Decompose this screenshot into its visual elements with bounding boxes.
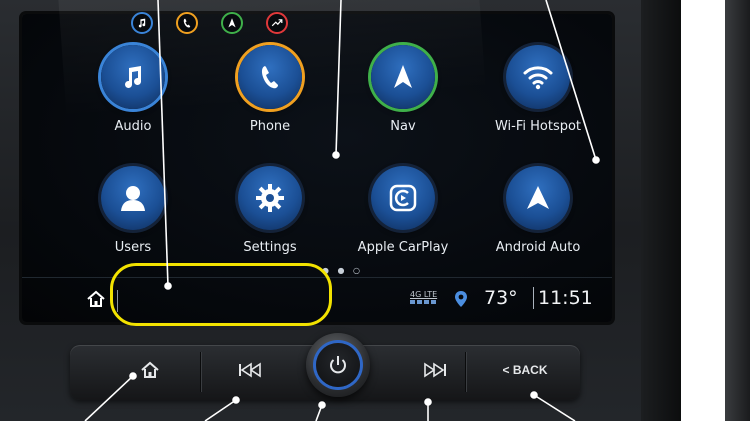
power-icon	[330, 356, 346, 374]
app-label: Apple CarPlay	[357, 240, 449, 255]
carplay-icon	[371, 166, 435, 230]
app-audio[interactable]: Audio	[68, 45, 198, 134]
wifi-icon	[506, 45, 570, 109]
app-label: Settings	[243, 240, 297, 255]
temperature: 73°	[484, 287, 518, 309]
shortcut-recent[interactable]	[266, 12, 288, 34]
network-indicator: 4G LTE	[410, 290, 442, 308]
app-label: Nav	[390, 119, 416, 134]
skip-back-icon	[239, 362, 261, 378]
app-wifi-hotspot[interactable]: Wi-Fi Hotspot	[473, 45, 603, 134]
user-icon	[101, 166, 165, 230]
location-pin-icon	[454, 290, 468, 312]
infotainment-photo: Audio Phone Nav Wi-Fi Hotspot Users Sett…	[0, 0, 681, 421]
page-margin	[681, 0, 750, 421]
music-note-icon	[101, 45, 165, 109]
gear-icon	[238, 166, 302, 230]
bezel-edge	[641, 0, 681, 421]
network-label: 4G LTE	[410, 290, 438, 299]
app-apple-carplay[interactable]: Apple CarPlay	[338, 166, 468, 255]
app-phone[interactable]: Phone	[205, 45, 335, 134]
highlight-loop	[110, 263, 332, 326]
app-label: Audio	[114, 119, 152, 134]
divider	[533, 287, 534, 309]
back-button[interactable]: < BACK	[470, 350, 580, 390]
app-users[interactable]: Users	[68, 166, 198, 255]
skip-forward-icon	[424, 362, 446, 378]
clock: 11:51	[538, 287, 593, 309]
power-button[interactable]	[316, 343, 360, 387]
home-icon[interactable]	[86, 290, 106, 312]
home-icon	[141, 361, 159, 378]
app-label: Wi-Fi Hotspot	[494, 119, 582, 134]
phone-icon	[238, 45, 302, 109]
shortcut-nav[interactable]	[221, 12, 243, 34]
navigation-arrow-icon	[371, 45, 435, 109]
android-auto-icon	[506, 166, 570, 230]
shortcut-audio[interactable]	[131, 12, 153, 34]
app-label: Users	[114, 240, 152, 255]
app-label: Android Auto	[495, 240, 581, 255]
page-indicator: ● ● ○	[322, 266, 364, 275]
trend-arrow-icon	[271, 19, 283, 27]
app-android-auto[interactable]: Android Auto	[473, 166, 603, 255]
app-nav[interactable]: Nav	[338, 45, 468, 134]
navigation-arrow-icon	[228, 18, 236, 28]
back-button-label: < BACK	[502, 363, 548, 377]
phone-icon	[183, 18, 191, 28]
previous-track-button[interactable]	[195, 350, 305, 390]
app-label: Phone	[249, 119, 291, 134]
signal-bars	[410, 300, 442, 304]
music-note-icon	[138, 18, 146, 28]
shortcut-phone[interactable]	[176, 12, 198, 34]
home-button[interactable]	[95, 350, 205, 390]
app-settings[interactable]: Settings	[205, 166, 335, 255]
